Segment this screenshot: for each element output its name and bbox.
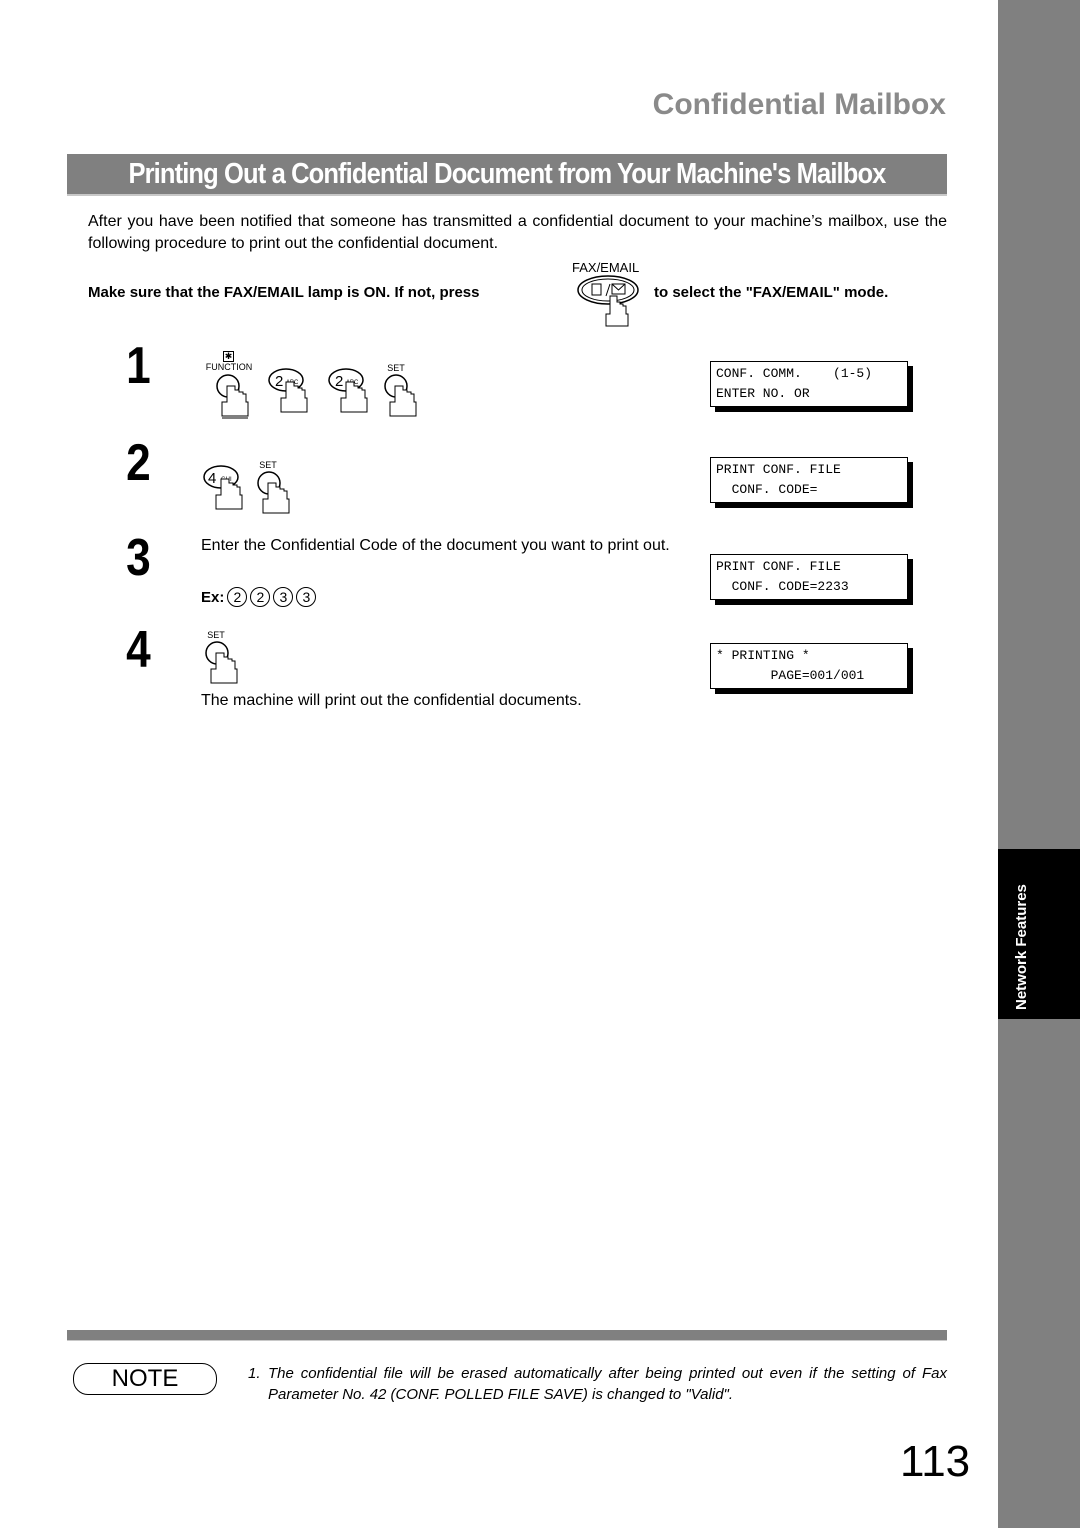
divider-rule bbox=[67, 1330, 947, 1341]
digit-key-icon: 2 bbox=[250, 587, 271, 607]
star-icon: ✱ bbox=[223, 351, 234, 362]
step-number: 2 bbox=[126, 434, 151, 492]
note-item: 1. The confidential file will be erased … bbox=[248, 1363, 947, 1405]
fax-email-key-icon bbox=[577, 275, 639, 327]
svg-text:4: 4 bbox=[208, 470, 216, 487]
section-title: Confidential Mailbox bbox=[652, 88, 946, 121]
note-item-text: The confidential file will be erased aut… bbox=[268, 1365, 947, 1403]
key-2-icon: 2 ABC bbox=[268, 368, 308, 413]
step-number: 3 bbox=[126, 529, 151, 587]
step-number: 4 bbox=[126, 621, 151, 679]
svg-text:2: 2 bbox=[335, 373, 343, 390]
function-key-icon bbox=[216, 374, 249, 419]
digit-key-icon: 2 bbox=[227, 587, 248, 607]
lcd-display-step3: PRINT CONF. FILE CONF. CODE=2233 bbox=[710, 554, 908, 600]
side-margin-bar bbox=[998, 0, 1080, 1528]
lcd-display-step2: PRINT CONF. FILE CONF. CODE= bbox=[710, 457, 908, 503]
note-badge: NOTE bbox=[73, 1363, 217, 1395]
lcd-line: PAGE=001/001 bbox=[716, 668, 865, 683]
example-label: Ex: bbox=[201, 588, 225, 606]
set-key-icon bbox=[257, 471, 290, 514]
svg-text:2: 2 bbox=[275, 373, 283, 390]
set-key-icon bbox=[384, 374, 417, 417]
example-code: Ex: 2 2 3 3 bbox=[201, 587, 317, 607]
step-4-text: The machine will print out the confident… bbox=[201, 692, 582, 709]
step-number: 1 bbox=[126, 337, 151, 395]
set-key-icon bbox=[205, 641, 238, 684]
note-item-number: 1. bbox=[248, 1365, 261, 1382]
lcd-line: PRINT CONF. FILE bbox=[716, 559, 841, 574]
lcd-line: * PRINTING * bbox=[716, 648, 810, 663]
lcd-display-step4: * PRINTING * PAGE=001/001 bbox=[710, 643, 908, 689]
digit-key-icon: 3 bbox=[296, 587, 317, 607]
digit-key-icon: 3 bbox=[273, 587, 294, 607]
page-number: 113 bbox=[900, 1437, 971, 1486]
key-2-icon: 2 ABC bbox=[328, 368, 368, 413]
lcd-line: CONF. CODE=2233 bbox=[716, 579, 849, 594]
page-title: Printing Out a Confidential Document fro… bbox=[128, 158, 886, 190]
lcd-line: CONF. COMM. (1-5) bbox=[716, 366, 873, 381]
instruction-text-after: to select the "FAX/EMAIL" mode. bbox=[654, 284, 889, 301]
instruction-text-before: Make sure that the FAX/EMAIL lamp is ON.… bbox=[88, 284, 480, 301]
lcd-line: CONF. CODE= bbox=[716, 482, 818, 497]
function-key-label: FUNCTION bbox=[205, 362, 253, 372]
chapter-tab bbox=[998, 849, 1080, 1019]
chapter-tab-label: Network Features bbox=[1013, 884, 1030, 1010]
intro-paragraph: After you have been notified that someon… bbox=[88, 213, 947, 252]
key-4-icon: 4 GHI bbox=[203, 465, 243, 510]
page-title-banner: Printing Out a Confidential Document fro… bbox=[67, 154, 947, 196]
lcd-line: ENTER NO. OR bbox=[716, 386, 810, 401]
step-3-text: Enter the Confidential Code of the docum… bbox=[201, 537, 670, 554]
fax-email-key-label: FAX/EMAIL bbox=[572, 260, 640, 275]
lcd-display-step1: CONF. COMM. (1-5) ENTER NO. OR bbox=[710, 361, 908, 407]
lcd-line: PRINT CONF. FILE bbox=[716, 462, 841, 477]
